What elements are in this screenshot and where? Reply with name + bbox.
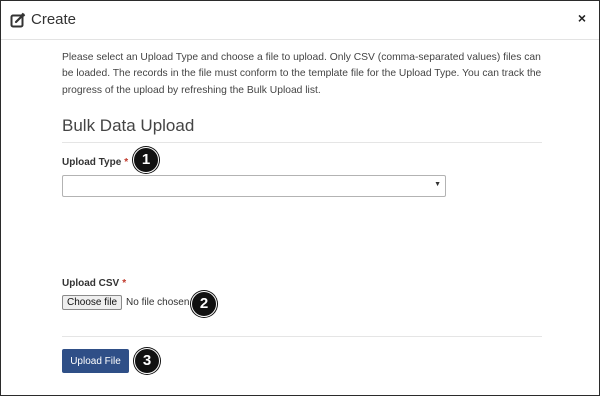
file-status: No file chosen xyxy=(126,296,190,308)
upload-file-button[interactable]: Upload File xyxy=(62,349,129,373)
intro-text: Please select an Upload Type and choose … xyxy=(62,52,542,96)
dropdown-arrow-icon: ▼ xyxy=(434,181,441,188)
callout-badge-1: 1 xyxy=(133,147,159,173)
callout-badge-3: 3 xyxy=(134,348,160,374)
choose-file-button[interactable]: Choose file xyxy=(62,294,123,310)
dialog-title: Create xyxy=(31,11,77,28)
upload-type-label-text: Upload Type xyxy=(62,157,122,168)
footer-divider xyxy=(62,336,542,337)
upload-csv-label: Upload CSV * xyxy=(62,278,126,289)
dialog-header: Create × xyxy=(1,1,599,40)
section-title: Bulk Data Upload xyxy=(62,116,195,135)
callout-badge-2: 2 xyxy=(191,291,217,317)
required-mark: * xyxy=(122,278,127,289)
upload-type-label: Upload Type * xyxy=(62,157,128,168)
upload-csv-label-text: Upload CSV xyxy=(62,278,120,289)
close-icon[interactable]: × xyxy=(575,11,589,25)
file-input: Choose file No file chosen xyxy=(62,294,189,310)
required-mark: * xyxy=(124,157,129,168)
section-divider xyxy=(62,142,542,143)
edit-icon xyxy=(10,12,26,28)
upload-type-select[interactable]: ▼ xyxy=(62,175,446,197)
create-dialog: Create × Please select an Upload Type an… xyxy=(0,0,600,396)
